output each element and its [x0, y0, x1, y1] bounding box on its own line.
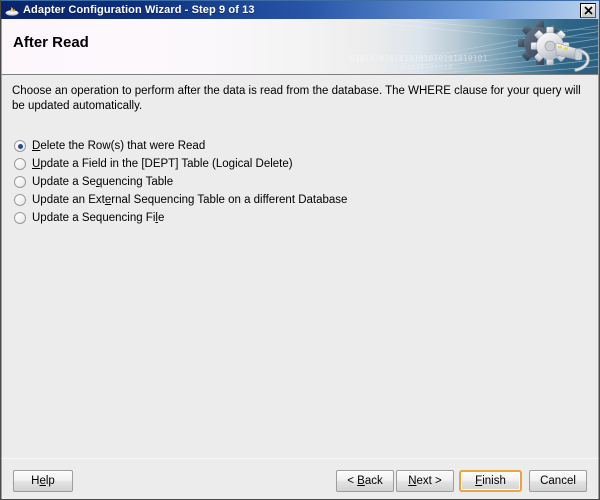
radio-label: Update a Field in the [DEPT] Table (Logi…	[32, 158, 293, 170]
wizard-window: Adapter Configuration Wizard - Step 9 of…	[0, 0, 600, 500]
radio-delete-rows[interactable]: Delete the Row(s) that were Read	[14, 137, 574, 155]
back-button[interactable]: < Back	[336, 470, 394, 492]
radio-label: Update a Sequencing Table	[32, 176, 174, 188]
radio-button-icon[interactable]	[14, 140, 26, 152]
svg-text:0101010101010101010101010101: 0101010101010101010101010101	[350, 54, 488, 63]
finish-button[interactable]: Finish	[459, 470, 522, 492]
button-label: < Back	[347, 475, 383, 487]
description-text: Choose an operation to perform after the…	[12, 85, 581, 112]
next-button[interactable]: Next >	[396, 470, 454, 492]
radio-button-icon[interactable]	[14, 194, 26, 206]
radio-update-sequencing-table[interactable]: Update a Sequencing Table	[14, 173, 574, 191]
button-label: Finish	[475, 475, 506, 487]
svg-text:01010101010: 01010101010	[402, 63, 453, 71]
radio-update-field-logical-delete[interactable]: Update a Field in the [DEPT] Table (Logi…	[14, 155, 574, 173]
radio-label: Delete the Row(s) that were Read	[32, 140, 206, 152]
button-label: Next >	[408, 475, 442, 487]
radio-button-icon[interactable]	[14, 176, 26, 188]
radio-update-external-sequencing-table[interactable]: Update an External Sequencing Table on a…	[14, 191, 574, 209]
radio-button-icon[interactable]	[14, 212, 26, 224]
radio-label: Update a Sequencing File	[32, 212, 165, 224]
radio-update-sequencing-file[interactable]: Update a Sequencing File	[14, 209, 574, 227]
help-button[interactable]: Help	[13, 470, 73, 492]
radio-button-icon[interactable]	[14, 158, 26, 170]
window-title: Adapter Configuration Wizard - Step 9 of…	[23, 4, 255, 16]
button-label: Help	[31, 475, 55, 487]
cancel-button[interactable]: Cancel	[529, 470, 587, 492]
button-label: Cancel	[540, 475, 576, 487]
wizard-body: Choose an operation to perform after the…	[1, 75, 599, 458]
wizard-coffee-icon	[4, 2, 20, 18]
banner-graphic: 0101010101010101010101010101 01010101010	[2, 19, 598, 74]
page-title: After Read	[13, 34, 89, 51]
after-read-option-group: Delete the Row(s) that were Read Update a…	[14, 137, 574, 227]
title-bar: Adapter Configuration Wizard - Step 9 of…	[1, 0, 599, 19]
button-bar: Help < Back Next > Finish Cancel	[1, 458, 599, 499]
wizard-banner: 0101010101010101010101010101 01010101010	[1, 19, 599, 75]
radio-label: Update an External Sequencing Table on a…	[32, 194, 348, 206]
close-icon[interactable]	[580, 2, 596, 18]
